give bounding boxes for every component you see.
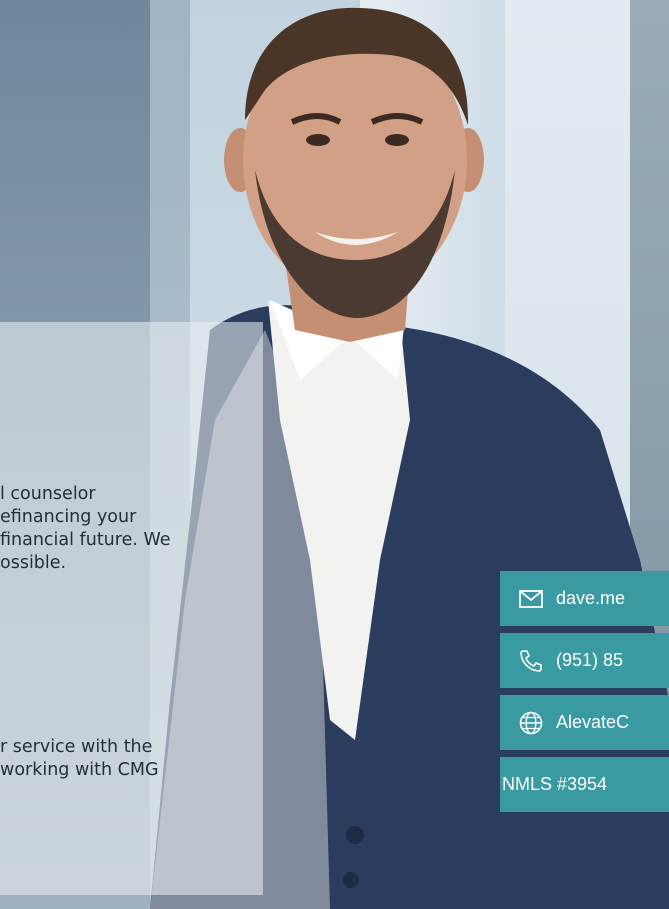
intro-line: efinancing your bbox=[0, 507, 137, 527]
email-text: dave.me bbox=[556, 588, 626, 608]
globe-icon bbox=[519, 711, 543, 734]
nmls-badge: NMLS #3954 bbox=[500, 757, 669, 812]
email-link[interactable]: dave.me bbox=[500, 571, 669, 626]
intro-line: ossible. bbox=[0, 553, 67, 573]
intro-paragraph: l counselor efinancing your financial fu… bbox=[0, 483, 171, 575]
website-text: AlevateC bbox=[556, 712, 630, 732]
nmls-text: NMLS #3954 bbox=[502, 774, 608, 794]
intro-line: l counselor bbox=[0, 484, 96, 504]
phone-text: (951) 85 bbox=[556, 650, 624, 670]
phone-link[interactable]: (951) 85 bbox=[500, 633, 669, 688]
intro-line: financial future. We bbox=[0, 530, 171, 550]
service-line: r service with the bbox=[0, 737, 153, 757]
text-panel bbox=[0, 322, 263, 895]
phone-icon bbox=[520, 649, 542, 672]
mail-icon bbox=[519, 589, 543, 608]
service-line: working with CMG bbox=[0, 760, 159, 780]
service-paragraph: r service with the working with CMG bbox=[0, 736, 159, 782]
website-link[interactable]: AlevateC bbox=[500, 695, 669, 750]
